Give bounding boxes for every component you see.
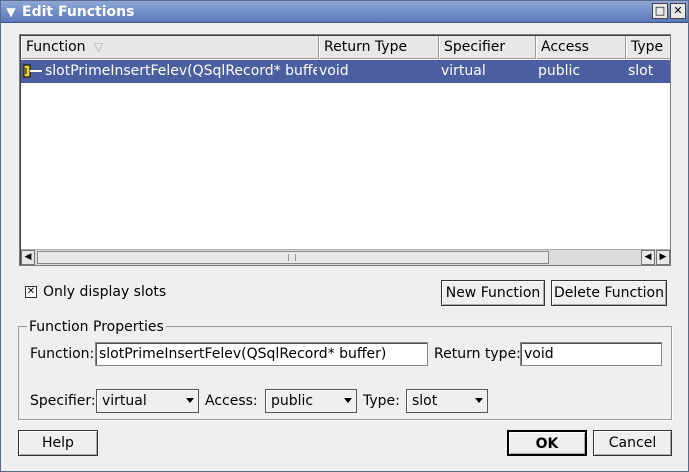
only-slots-label: Only display slots bbox=[43, 283, 166, 301]
horizontal-scrollbar[interactable]: ◀ ◀ ▶ bbox=[21, 249, 670, 265]
column-header-return-type[interactable]: Return Type bbox=[319, 36, 439, 59]
type-label: Type: bbox=[363, 393, 400, 409]
chevron-down-icon bbox=[344, 398, 352, 403]
access-combo[interactable]: public bbox=[265, 389, 357, 413]
sort-indicator-icon: ▽ bbox=[94, 40, 104, 54]
ok-button[interactable]: OK bbox=[507, 430, 587, 456]
cell-return-type: void bbox=[319, 63, 349, 79]
chevron-down-icon bbox=[475, 398, 483, 403]
delete-function-button[interactable]: Delete Function bbox=[551, 280, 667, 306]
window-title: Edit Functions bbox=[22, 4, 135, 20]
return-type-field[interactable]: void bbox=[520, 342, 662, 366]
specifier-value: virtual bbox=[102, 393, 147, 409]
type-combo[interactable]: slot bbox=[406, 389, 488, 413]
scrollbar-grip-icon bbox=[288, 254, 296, 261]
slot-icon bbox=[23, 64, 42, 78]
column-header-function[interactable]: Function ▽ bbox=[21, 36, 319, 59]
scroll-left-end-icon[interactable]: ◀ bbox=[641, 250, 655, 265]
column-header-access[interactable]: Access bbox=[536, 36, 626, 59]
cell-type: slot bbox=[628, 63, 654, 79]
column-header-label: Function bbox=[26, 39, 86, 55]
list-header: Function ▽ Return Type Specifier Access … bbox=[21, 36, 670, 59]
window-menu-chevron-icon[interactable]: ▼ bbox=[3, 4, 19, 20]
scroll-left-icon[interactable]: ◀ bbox=[21, 250, 35, 265]
column-header-specifier[interactable]: Specifier bbox=[439, 36, 536, 59]
cell-access: public bbox=[538, 63, 581, 79]
function-field[interactable]: slotPrimeInsertFelev(QSqlRecord* buffer) bbox=[95, 342, 428, 366]
group-title: Function Properties bbox=[27, 318, 166, 336]
close-button[interactable]: ✕ bbox=[670, 3, 686, 19]
edit-functions-dialog: ▼ Edit Functions □ ✕ Function ▽ Return T… bbox=[0, 0, 689, 472]
chevron-down-icon bbox=[186, 398, 194, 403]
function-label: Function: bbox=[30, 346, 95, 362]
column-header-type[interactable]: Type bbox=[626, 36, 670, 59]
help-button[interactable]: Help bbox=[18, 430, 98, 456]
maximize-button[interactable]: □ bbox=[652, 3, 668, 19]
return-type-label: Return type: bbox=[434, 346, 521, 362]
access-label: Access: bbox=[205, 393, 258, 409]
only-slots-label-text: Only display slots bbox=[43, 284, 167, 300]
cell-specifier: virtual bbox=[441, 63, 486, 79]
specifier-combo[interactable]: virtual bbox=[96, 389, 199, 413]
specifier-label: Specifier: bbox=[30, 393, 96, 409]
scrollbar-thumb[interactable] bbox=[37, 251, 549, 264]
only-slots-checkbox[interactable]: ✕ bbox=[25, 286, 37, 298]
cell-function: slotPrimeInsertFelev(QSqlRecord* buffer) bbox=[45, 63, 317, 79]
cancel-button[interactable]: Cancel bbox=[593, 430, 672, 456]
new-function-button[interactable]: New Function bbox=[441, 280, 545, 306]
scroll-right-icon[interactable]: ▶ bbox=[656, 250, 670, 265]
function-list[interactable]: Function ▽ Return Type Specifier Access … bbox=[19, 34, 671, 266]
type-value: slot bbox=[412, 393, 438, 409]
table-row[interactable]: slotPrimeInsertFelev(QSqlRecord* buffer)… bbox=[21, 60, 670, 83]
title-bar[interactable]: ▼ Edit Functions □ ✕ bbox=[1, 1, 688, 23]
access-value: public bbox=[271, 393, 314, 409]
